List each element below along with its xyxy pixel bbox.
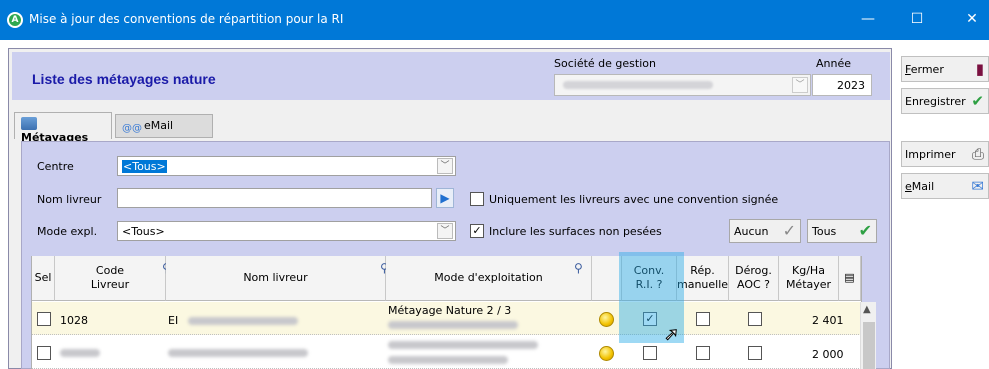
- at-sign-icon: @@: [122, 123, 142, 134]
- col-nom-header[interactable]: Nom livreur: [166, 256, 386, 301]
- centre-value: <Tous>: [122, 160, 167, 173]
- row-select-checkbox[interactable]: [37, 346, 51, 360]
- app-icon: A: [7, 12, 23, 28]
- col-mode-header[interactable]: Mode d'exploitation: [386, 256, 592, 301]
- col-kg-header[interactable]: Kg/Ha Métayer: [779, 256, 839, 301]
- mode-select[interactable]: <Tous> ﹀: [117, 221, 456, 241]
- table-row[interactable]: 2 000: [32, 336, 861, 369]
- tous-button[interactable]: Tous ✔: [807, 219, 877, 243]
- mode-detail-blurred: [388, 356, 508, 364]
- only-signed-checkbox[interactable]: [470, 192, 484, 206]
- societe-select[interactable]: ﹀: [554, 74, 811, 96]
- annee-label: Année: [816, 57, 852, 70]
- col-rep-header[interactable]: Rép. manuelle: [677, 256, 729, 301]
- kg-cell: 2 401: [812, 314, 844, 327]
- societe-value: [563, 81, 713, 89]
- tab-email[interactable]: @@ eMail: [115, 114, 213, 138]
- kg-cell: 2 000: [812, 348, 844, 361]
- nom-livreur-label: Nom livreur: [37, 193, 102, 206]
- exit-door-icon: ▮: [975, 60, 984, 78]
- imprimer-button[interactable]: Imprimer ⎙: [901, 141, 989, 167]
- fermer-label: ermer: [910, 63, 944, 76]
- fermer-button[interactable]: Fermer ▮: [901, 56, 989, 82]
- nom-cell: EI: [168, 314, 179, 327]
- close-button[interactable]: ✕: [960, 8, 984, 30]
- row-select-checkbox[interactable]: [37, 312, 51, 326]
- mode-cell: Métayage Nature 2 / 3: [388, 304, 512, 317]
- chevron-down-icon[interactable]: ﹀: [437, 158, 453, 174]
- annee-field[interactable]: 2023: [812, 74, 872, 96]
- mode-label: Mode expl.: [37, 225, 98, 238]
- minimize-button[interactable]: —: [856, 8, 880, 30]
- centre-label: Centre: [37, 160, 74, 173]
- col-kg-label: Kg/Ha Métayer: [785, 264, 832, 291]
- include-unweighed-checkbox[interactable]: ✓: [470, 224, 484, 238]
- enregistrer-button[interactable]: Enregistrer ✔: [901, 88, 989, 114]
- code-cell: 1028: [60, 314, 88, 327]
- chevron-down-icon[interactable]: ﹀: [792, 77, 808, 93]
- status-dot-icon: [599, 312, 614, 327]
- centre-select[interactable]: <Tous> ﹀: [117, 156, 456, 176]
- nom-livreur-input[interactable]: [117, 188, 432, 208]
- conv-ri-checkbox[interactable]: [643, 346, 657, 360]
- scroll-up-icon[interactable]: ▲: [863, 304, 871, 315]
- tab-email-label: eMail: [144, 119, 174, 132]
- only-signed-label: Uniquement les livreurs avec une convent…: [489, 193, 779, 206]
- col-derog-header[interactable]: Dérog. AOC ?: [729, 256, 779, 301]
- rep-manuelle-checkbox[interactable]: [696, 312, 710, 326]
- empty-check-icon: ✓: [782, 221, 796, 240]
- col-derog-label: Dérog. AOC ?: [735, 264, 772, 291]
- tous-label: Tous: [812, 225, 837, 238]
- mode-blurred: [388, 341, 538, 349]
- email-button[interactable]: eMail ✉: [901, 173, 989, 199]
- list-icon: [21, 117, 37, 130]
- col-mode-label: Mode d'exploitation: [434, 271, 543, 284]
- play-arrow-icon[interactable]: ▶: [436, 188, 454, 208]
- mouse-cursor-icon: ➚: [663, 324, 680, 346]
- code-blurred: [60, 349, 100, 357]
- check-icon: ✔: [858, 221, 872, 240]
- aucun-label: Aucun: [734, 225, 769, 238]
- title-bar: A Mise à jour des conventions de réparti…: [0, 0, 989, 40]
- col-status-header: [592, 256, 622, 301]
- nom-blurred: [168, 349, 308, 357]
- aucun-button[interactable]: Aucun ✓: [729, 219, 801, 243]
- rep-manuelle-checkbox[interactable]: [696, 346, 710, 360]
- email-label: Mail: [911, 180, 935, 193]
- page-title: Liste des métayages nature: [32, 71, 216, 87]
- chevron-down-icon[interactable]: ﹀: [437, 223, 453, 239]
- status-dot-icon: [599, 346, 614, 361]
- tab-metayages[interactable]: Métayages: [14, 112, 112, 144]
- imprimer-label: Imprimer: [905, 148, 956, 161]
- col-sel-label: Sel: [34, 271, 52, 284]
- check-circle-icon: ✔: [971, 92, 984, 110]
- grid-menu-icon[interactable]: ▤: [839, 256, 861, 301]
- nom-blurred: [188, 317, 298, 325]
- mode-detail-blurred: [388, 321, 518, 329]
- derog-aoc-checkbox[interactable]: [748, 346, 762, 360]
- window-title: Mise à jour des conventions de répartiti…: [29, 12, 344, 26]
- mode-value: <Tous>: [122, 225, 165, 238]
- printer-icon: ⎙: [971, 145, 984, 163]
- col-rep-label: Rép. manuelle: [676, 264, 729, 291]
- maximize-button[interactable]: ☐: [905, 8, 929, 30]
- vertical-scrollbar[interactable]: ▲: [860, 302, 876, 369]
- col-sel-header[interactable]: Sel: [32, 256, 55, 301]
- include-unweighed-label: Inclure les surfaces non pesées: [489, 225, 662, 238]
- derog-aoc-checkbox[interactable]: [748, 312, 762, 326]
- search-icon[interactable]: ⚲: [574, 261, 583, 275]
- envelope-icon: ✉: [971, 177, 984, 195]
- col-code-label: Code Livreur: [90, 264, 130, 291]
- email-accel: e: [905, 180, 912, 193]
- societe-label: Société de gestion: [554, 57, 656, 70]
- col-code-header[interactable]: Code Livreur: [55, 256, 166, 301]
- scroll-thumb[interactable]: [863, 322, 875, 369]
- col-nom-label: Nom livreur: [243, 271, 308, 284]
- table-row[interactable]: 1028 EI Métayage Nature 2 / 3 ✓ 2 401: [32, 302, 861, 335]
- enregistrer-label: Enregistrer: [905, 95, 966, 108]
